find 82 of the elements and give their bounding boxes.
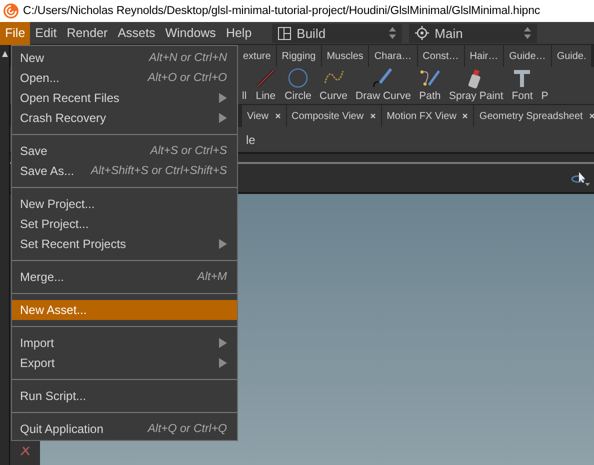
menu-entry-label: Merge...: [20, 270, 66, 284]
menu-item[interactable]: Assets: [112, 22, 160, 44]
menu-entry-label: New Project...: [20, 197, 96, 211]
menu-entry[interactable]: New Project...: [12, 194, 237, 214]
menu-entry-label: Save: [20, 144, 48, 158]
menu-entry[interactable]: Save Alt+S or Ctrl+S: [12, 141, 237, 161]
menu-entry[interactable]: Export: [12, 353, 237, 373]
shelf-tab[interactable]: Guide.: [552, 45, 592, 67]
menu-entry[interactable]: New Asset...: [12, 300, 237, 320]
file-menu[interactable]: [11, 45, 238, 441]
crosshair-icon: [414, 26, 429, 40]
viewport-dropdown[interactable]: Main: [408, 24, 537, 42]
menu-entry[interactable]: Crash Recovery: [12, 108, 237, 128]
desktop-dropdown[interactable]: Build: [272, 24, 402, 42]
app-logo-icon: [3, 3, 19, 19]
menu-item[interactable]: Windows: [160, 22, 221, 44]
pane-tab[interactable]: Motion FX View: [382, 105, 474, 127]
menu-entry[interactable]: Open... Alt+O or Ctrl+O: [12, 68, 237, 88]
pen-curve-icon: [372, 67, 394, 89]
shelf-tab[interactable]: Chara…: [369, 45, 417, 67]
circle-icon: [287, 67, 310, 89]
menu-entry[interactable]: Quit Application Alt+Q or Ctrl+Q: [12, 419, 237, 439]
shortcut-text: Alt+Q or Ctrl+Q: [148, 423, 227, 435]
shelf-tool[interactable]: Font: [507, 67, 538, 104]
menu-entry-label: Set Recent Projects: [20, 237, 128, 251]
line-icon: [254, 67, 277, 89]
menu-entry-label: Quit Application: [20, 422, 104, 436]
shelf-tool[interactable]: P: [537, 67, 552, 104]
shelf-tool[interactable]: Spray Paint: [444, 67, 508, 104]
window-title: C:/Users/Nicholas Reynolds/Desktop/glsl-minimal-tutorial-project/Houdini/GlslMinimal/GlslMinimal.hipnc: [23, 5, 540, 17]
shelf-tool[interactable]: Path: [414, 67, 445, 104]
shelf-tab[interactable]: Const…: [418, 45, 464, 67]
menu-entry[interactable]: Set Recent Projects: [12, 234, 237, 254]
close-icon: [462, 113, 468, 119]
shortcut-text: Alt+Shift+S or Ctrl+Shift+S: [90, 165, 227, 177]
spinner-arrows-icon: [524, 26, 531, 40]
menu-entry-label: Save As...: [20, 164, 76, 178]
shelf-tab[interactable]: Rigging: [276, 45, 321, 67]
menu-entry[interactable]: New Alt+N or Ctrl+N: [12, 48, 237, 68]
menu-entry-label: New: [20, 51, 46, 65]
menu-item[interactable]: Edit: [30, 22, 62, 44]
shelf-tab[interactable]: exture: [238, 45, 276, 67]
menu-entry-label: Run Script...: [20, 389, 88, 403]
shelf-tool[interactable]: Circle: [280, 67, 316, 104]
close-icon: [588, 113, 594, 119]
shelf-tool[interactable]: Line: [250, 67, 281, 104]
spinner-arrows-icon: [388, 26, 396, 40]
shelf-tab[interactable]: Muscles: [322, 45, 368, 67]
layout-icon: [278, 26, 291, 40]
scroll-up-arrow-icon: [2, 51, 8, 57]
menu-item[interactable]: File: [0, 22, 30, 44]
pane-tab[interactable]: Composite View: [286, 105, 381, 127]
menu-entry-label: Open...: [20, 71, 60, 85]
shelf-tool[interactable]: Curve: [316, 67, 352, 104]
menu-entry-label: New Asset...: [20, 303, 88, 317]
shortcut-text: Alt+O or Ctrl+O: [148, 72, 227, 84]
menu-entry[interactable]: Set Project...: [12, 214, 237, 234]
shortcut-text: Alt+M: [197, 271, 227, 283]
menu-entry[interactable]: Import: [12, 333, 237, 353]
shelf-tab[interactable]: Hair…: [464, 45, 504, 67]
menu-item[interactable]: Render: [62, 22, 113, 44]
pane-tab[interactable]: View: [242, 105, 286, 127]
orbit-icon: [570, 170, 590, 186]
menu-entry-label: Crash Recovery: [20, 111, 108, 125]
shelf-tool[interactable]: ll: [238, 67, 251, 104]
menu-entry[interactable]: Open Recent Files: [12, 88, 237, 108]
menu-entry[interactable]: Save As... Alt+Shift+S or Ctrl+Shift+S: [12, 161, 237, 181]
menu-entry-label: Open Recent Files: [20, 91, 120, 105]
menu-entry[interactable]: Run Script...: [12, 386, 237, 406]
close-icon: [274, 113, 280, 119]
menu-item[interactable]: Help: [220, 22, 257, 44]
shelf-tool[interactable]: Draw Curve: [352, 67, 415, 104]
shortcut-text: Alt+S or Ctrl+S: [150, 145, 227, 157]
menu-entry-label: Export: [20, 356, 56, 370]
shelf-tab[interactable]: Guide…: [504, 45, 551, 67]
close-icon: [370, 113, 376, 119]
shortcut-text: Alt+N or Ctrl+N: [149, 52, 227, 64]
menu-entry[interactable]: Merge... Alt+M: [12, 267, 237, 287]
pane-label: le: [246, 132, 256, 146]
menu-entry-label: Import: [20, 336, 56, 350]
menu-entry-label: Set Project...: [20, 217, 90, 231]
pane-tab[interactable]: Geometry Spreadsheet: [474, 105, 594, 127]
